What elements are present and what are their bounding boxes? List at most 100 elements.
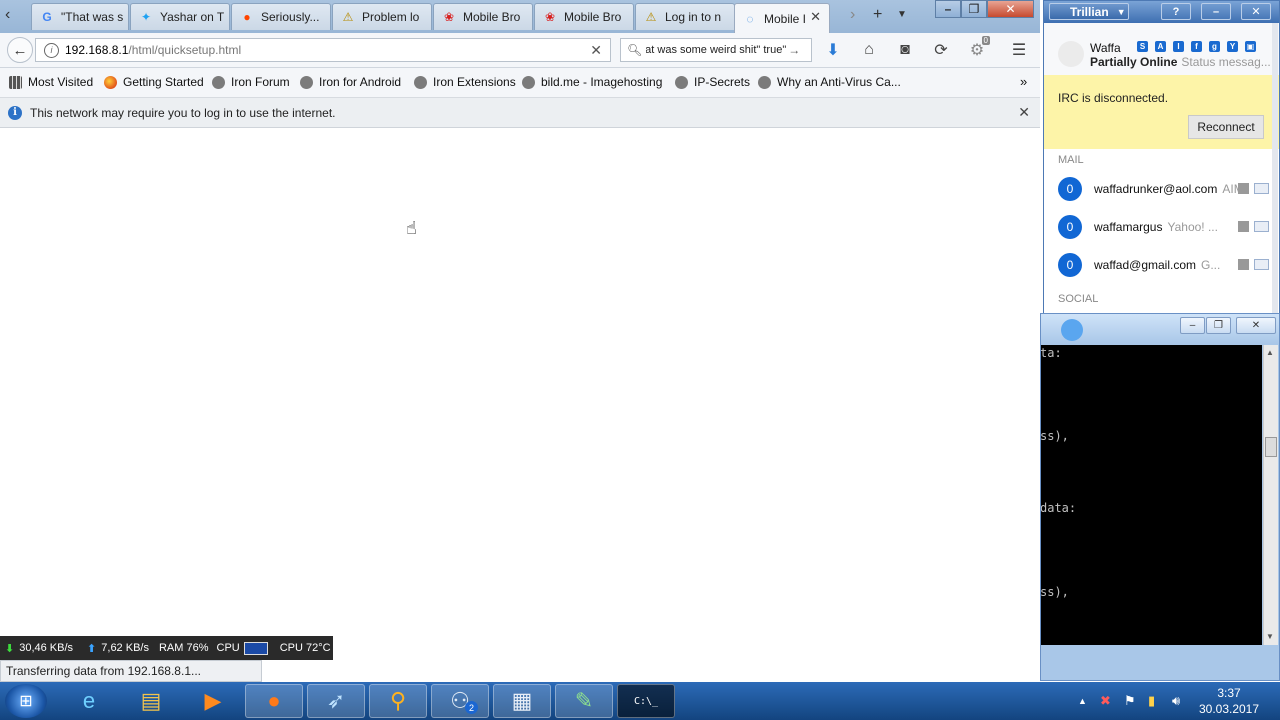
power-icon[interactable]: ▮ <box>1148 693 1155 709</box>
user-status[interactable]: Partially Online Status messag... <box>1090 55 1271 69</box>
taskbar-firefox[interactable]: ● <box>245 684 303 718</box>
trillian-close-icon[interactable]: ✕ <box>1241 3 1271 20</box>
account-name: waffad@gmail.com <box>1094 258 1196 272</box>
site-info-icon[interactable]: i <box>44 42 59 58</box>
search-bar[interactable]: 🔍︎ → <box>620 38 812 62</box>
tab-list-icon[interactable]: ▼ <box>897 9 907 20</box>
close-window-icon[interactable]: ✕ <box>987 0 1034 18</box>
windows-live-icon[interactable]: ▣ <box>1245 41 1256 52</box>
volume-icon[interactable]: 🔊︎ <box>1172 693 1180 709</box>
most-visited-icon <box>9 75 22 89</box>
addon-badge-icon[interactable]: ⚙ 0 <box>966 36 990 60</box>
internet-explorer-icon: e <box>82 688 96 713</box>
chevron-down-icon: ▼ <box>1116 6 1126 17</box>
tab-problem[interactable]: ⚠ Problem lo <box>332 3 432 30</box>
tab-that-was[interactable]: G "That was s <box>31 3 129 30</box>
help-icon[interactable]: ? <box>1161 3 1191 20</box>
taskbar-explorer[interactable]: ▤ <box>122 684 180 718</box>
menu-icon[interactable]: ☰ <box>1008 40 1030 60</box>
url-bar[interactable]: i 192.168.8.1/html/quicksetup.html ✕ <box>35 38 611 62</box>
page-content[interactable] <box>0 128 1040 682</box>
reconnect-button[interactable]: Reconnect <box>1188 115 1264 139</box>
tab-scroll-right-icon[interactable]: › <box>850 6 855 24</box>
status-text: Transferring data from 192.168.8.1... <box>6 664 201 678</box>
notification-text: This network may require you to log in t… <box>30 105 336 120</box>
google-service-icon[interactable]: g <box>1209 41 1220 52</box>
aim-icon[interactable]: A <box>1155 41 1166 52</box>
mail-account-yahoo[interactable]: 0 waffamargus Yahoo! ... <box>1044 210 1279 244</box>
taskbar-trillian[interactable]: ⚇ 2 <box>431 684 489 718</box>
close-tab-icon[interactable]: ✕ <box>810 9 821 25</box>
close-notification-icon[interactable]: ✕ <box>1018 104 1030 121</box>
bookmarks-overflow-icon[interactable]: » <box>1020 74 1027 89</box>
bookmark-ip-secrets[interactable]: IP-Secrets <box>675 75 750 89</box>
taskbar-swift[interactable]: ➶ <box>307 684 365 718</box>
sync-icon[interactable]: ⟳ <box>930 40 952 60</box>
yahoo-icon[interactable]: Y <box>1227 41 1238 52</box>
start-button[interactable]: ⊞ <box>5 684 47 718</box>
taskbar-control-panel[interactable]: ▦ <box>493 684 551 718</box>
tray-expand-icon[interactable]: ▲ <box>1078 696 1087 706</box>
icq-icon[interactable]: I <box>1173 41 1184 52</box>
control-panel-icon: ▦ <box>511 688 533 713</box>
taskbar-internet-explorer[interactable]: e <box>60 684 118 718</box>
mail-account-aol[interactable]: 0 waffadrunker@aol.com AIM <box>1044 172 1279 206</box>
magnifier-icon: ⚲ <box>389 688 407 713</box>
stop-loading-icon[interactable]: ✕ <box>590 42 602 59</box>
tab-seriously[interactable]: ● Seriously... <box>231 3 331 30</box>
system-clock[interactable]: 3:37 30.03.2017 <box>1188 685 1270 717</box>
search-go-icon[interactable]: → <box>788 43 800 57</box>
trillian-badge: 2 <box>465 701 478 714</box>
download-icon[interactable]: ⬇ <box>822 40 844 60</box>
scroll-down-icon[interactable]: ▼ <box>1266 632 1274 641</box>
trillian-menu-button[interactable]: Trillian ▼ <box>1049 3 1129 20</box>
bookmark-anti-virus[interactable]: Why an Anti-Virus Ca... <box>758 75 901 89</box>
minimize-icon[interactable]: – <box>935 0 961 18</box>
action-center-icon[interactable]: ⚑ <box>1124 693 1136 709</box>
console-app-icon <box>1061 319 1083 341</box>
tab-mobile-bro-1[interactable]: ❀ Mobile Bro <box>433 3 533 30</box>
bookmark-iron-forum[interactable]: Iron Forum <box>212 75 290 89</box>
network-error-icon[interactable]: ✖ <box>1100 693 1111 709</box>
globe-icon <box>300 75 313 89</box>
bookmark-getting-started[interactable]: Getting Started <box>104 75 204 89</box>
tab-scroll-left-icon[interactable]: ‹ <box>5 6 10 24</box>
unread-count-badge: 0 <box>1058 215 1082 239</box>
bookmark-label: Iron for Android <box>319 75 402 89</box>
tab-mobile-bro-2[interactable]: ❀ Mobile Bro <box>534 3 634 30</box>
taskbar-media-player[interactable]: ▶ <box>184 684 242 718</box>
console-minimize-icon[interactable]: – <box>1180 317 1205 334</box>
new-tab-icon[interactable]: + <box>873 6 882 24</box>
skype-icon[interactable]: S <box>1137 41 1148 52</box>
tab-mobile-active[interactable]: ◌ Mobile I ✕ <box>734 3 830 33</box>
account-type: Yahoo! ... <box>1167 220 1218 234</box>
facebook-icon[interactable]: f <box>1191 41 1202 52</box>
bookmarks-toolbar: Most Visited Getting Started Iron Forum … <box>0 68 1040 98</box>
ram-usage: RAM 76% <box>158 642 209 654</box>
back-button[interactable]: ← <box>7 37 33 63</box>
avatar[interactable] <box>1058 41 1084 67</box>
bookmark-most-visited[interactable]: Most Visited <box>9 75 93 89</box>
tab-yashar[interactable]: ✦ Yashar on T <box>130 3 230 30</box>
taskbar-search-app[interactable]: ⚲ <box>369 684 427 718</box>
maximize-icon[interactable]: ❐ <box>961 0 987 18</box>
bookmark-iron-extensions[interactable]: Iron Extensions <box>414 75 516 89</box>
taskbar-command-prompt[interactable]: C:\_ <box>617 684 675 718</box>
console-maximize-icon[interactable]: ❐ <box>1206 317 1231 334</box>
scroll-thumb[interactable] <box>1265 437 1277 457</box>
status-bar: Transferring data from 192.168.8.1... <box>0 660 262 682</box>
pocket-icon[interactable]: ◙ <box>894 40 916 60</box>
bookmark-iron-android[interactable]: Iron for Android <box>300 75 401 89</box>
console-close-icon[interactable]: ✕ <box>1236 317 1276 334</box>
tab-log-in[interactable]: ⚠ Log in to n <box>635 3 735 30</box>
trillian-scrollbar[interactable] <box>1272 23 1278 313</box>
trillian-minimize-icon[interactable]: – <box>1201 3 1231 20</box>
scroll-up-icon[interactable]: ▲ <box>1266 348 1274 357</box>
console-scrollbar[interactable]: ▲ ▼ <box>1263 345 1278 645</box>
bookmark-bild-me[interactable]: bild.me - Imagehosting <box>522 75 662 89</box>
home-icon[interactable]: ⌂ <box>858 40 880 60</box>
mail-account-gmail[interactable]: 0 waffad@gmail.com G... <box>1044 248 1279 282</box>
search-input[interactable] <box>646 44 787 56</box>
taskbar-notepad[interactable]: ✎ <box>555 684 613 718</box>
console-output[interactable]: ta: ss), data: ss), <box>1041 345 1262 645</box>
